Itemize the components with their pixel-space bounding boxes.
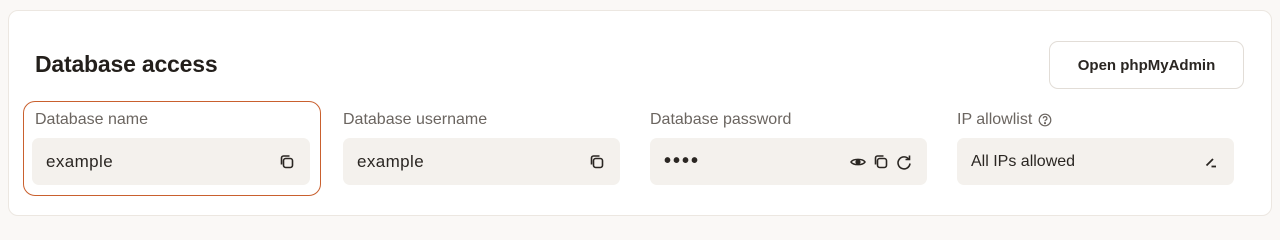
ip-allowlist-input[interactable]: All IPs allowed <box>957 138 1234 185</box>
database-name-label: Database name <box>35 111 148 128</box>
section-title: Database access <box>35 51 218 77</box>
copy-icon[interactable] <box>278 153 296 171</box>
open-phpmyadmin-button[interactable]: Open phpMyAdmin <box>1049 41 1244 89</box>
ip-allowlist-label-row: IP allowlist <box>957 111 1052 129</box>
database-name-input[interactable]: example <box>32 138 310 185</box>
database-password-value: •••• <box>664 150 701 172</box>
ip-allowlist-label: IP allowlist <box>957 111 1033 128</box>
database-name-value: example <box>46 151 114 171</box>
eye-icon[interactable] <box>849 153 867 171</box>
database-username-label: Database username <box>343 111 488 128</box>
database-password-input[interactable]: •••• <box>650 138 927 185</box>
ip-allowlist-value: All IPs allowed <box>971 152 1076 170</box>
database-password-label: Database password <box>650 111 792 128</box>
copy-icon[interactable] <box>872 153 890 171</box>
copy-icon[interactable] <box>588 153 606 171</box>
database-username-value: example <box>357 151 425 171</box>
refresh-icon[interactable] <box>895 153 913 171</box>
database-username-input[interactable]: example <box>343 138 620 185</box>
edit-icon[interactable] <box>1202 153 1220 171</box>
help-icon[interactable] <box>1038 113 1052 127</box>
